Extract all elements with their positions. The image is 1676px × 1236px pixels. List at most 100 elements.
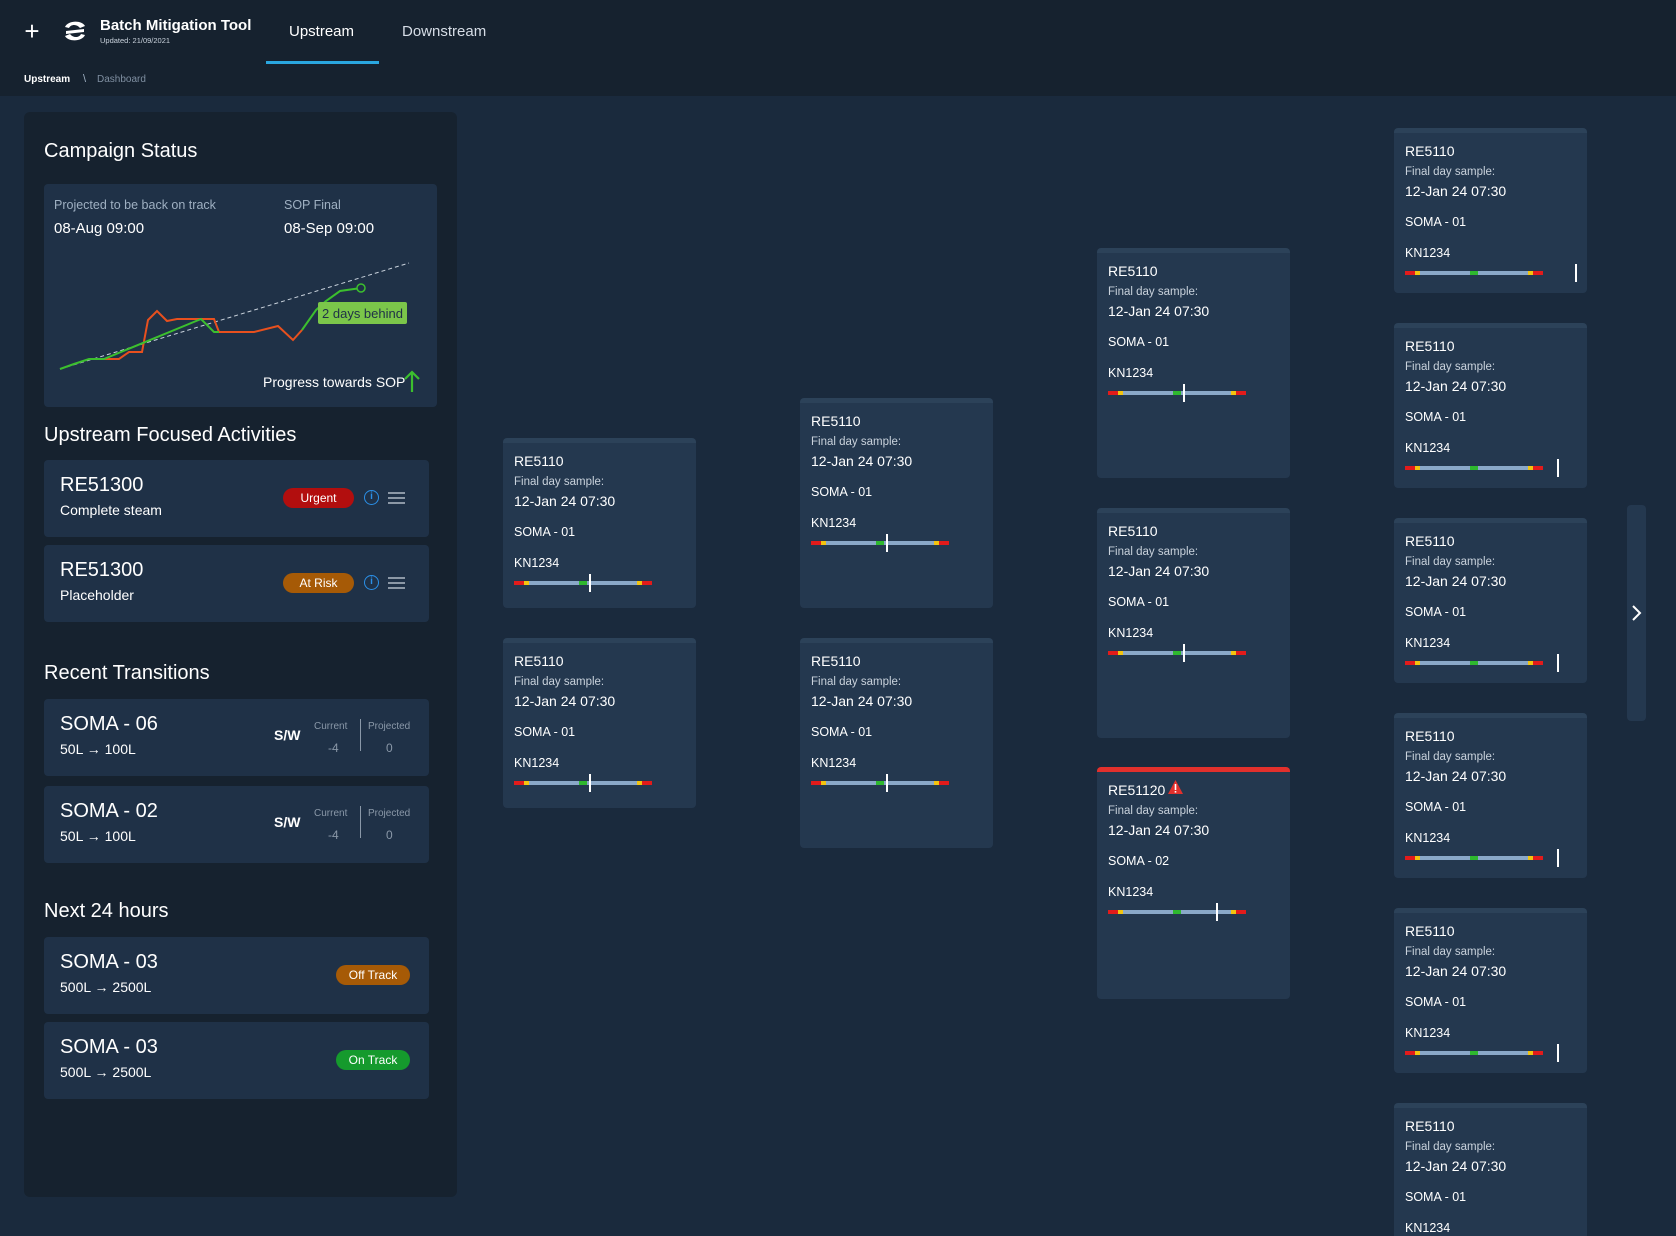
final-day-sample-date: 12-Jan 24 07:30 <box>811 693 913 709</box>
batch-id: RE5110 <box>1405 533 1455 549</box>
breadcrumb: Upstream \ Dashboard <box>0 64 1676 96</box>
range-bar <box>1108 384 1246 402</box>
final-day-sample-label: Final day sample: <box>1405 166 1496 178</box>
final-day-sample-date: 12-Jan 24 07:30 <box>1108 822 1210 838</box>
batch-card[interactable]: RE5110 Final day sample: 12-Jan 24 07:30 SO… <box>1097 508 1290 738</box>
final-day-sample-label: Final day sample: <box>811 436 902 448</box>
focused-activity-item[interactable]: RE51300 Complete steam Urgent i <box>44 460 429 537</box>
status-badge: Off Track <box>336 965 410 985</box>
top-bar: + Batch Mitigation Tool Updated: 21/09/2… <box>0 0 1676 64</box>
final-day-sample-label: Final day sample: <box>1108 805 1199 817</box>
transition-item[interactable]: SOMA - 02 50L → 100L S/W Current -4 Proj… <box>44 786 429 863</box>
projected-label: Projected <box>368 721 411 732</box>
status-badge: Urgent <box>283 488 354 508</box>
left-panel: Campaign Status Projected to be back on … <box>24 112 457 1197</box>
transition-type: S/W <box>274 727 301 743</box>
final-day-sample-label: Final day sample: <box>514 676 605 688</box>
batch-card[interactable]: RE5110 Final day sample: 12-Jan 24 07:30 SO… <box>1394 323 1587 488</box>
final-day-sample-date: 12-Jan 24 07:30 <box>811 453 913 469</box>
soma-label: SOMA - 01 <box>1405 215 1467 229</box>
batch-card[interactable]: RE5110 Final day sample: 12-Jan 24 07:30 SO… <box>503 438 696 608</box>
tab-upstream[interactable]: Upstream <box>289 0 354 64</box>
current-value: -4 <box>328 741 339 755</box>
info-icon[interactable]: i <box>364 490 379 505</box>
current-value: -4 <box>328 828 339 842</box>
batch-id: RE5110 <box>514 653 564 669</box>
breadcrumb-upstream[interactable]: Upstream <box>24 74 70 85</box>
transition-item[interactable]: SOMA - 06 50L → 100L S/W Current -4 Proj… <box>44 699 429 776</box>
arrow-up-icon <box>404 370 420 392</box>
activity-id: RE51300 <box>60 474 144 496</box>
range-bar <box>1405 1044 1559 1062</box>
kn-label: KN1234 <box>1405 831 1451 845</box>
kn-label: KN1234 <box>1405 1026 1451 1040</box>
final-day-sample-label: Final day sample: <box>1108 546 1199 558</box>
batch-card[interactable]: RE51120 Final day sample: 12-Jan 24 07:30 S… <box>1097 767 1290 999</box>
days-behind-text: 2 days behind <box>322 306 403 321</box>
batch-id: RE5110 <box>1405 1118 1455 1134</box>
final-day-sample-label: Final day sample: <box>1405 1141 1496 1153</box>
batch-card[interactable]: RE5110 Final day sample: 12-Jan 24 07:30 SO… <box>503 638 696 808</box>
batch-card[interactable]: RE5110 Final day sample: 12-Jan 24 07:30 SO… <box>1097 248 1290 478</box>
progress-line-orange <box>104 309 303 360</box>
drag-handle-icon[interactable] <box>388 492 405 504</box>
current-label: Current <box>314 721 348 732</box>
status-badge: On Track <box>336 1050 410 1070</box>
range-bar <box>1108 903 1246 921</box>
tab-downstream[interactable]: Downstream <box>402 0 486 64</box>
transition-name: SOMA - 02 <box>60 800 158 822</box>
kn-label: KN1234 <box>1405 1221 1451 1235</box>
batch-card[interactable]: RE5110 Final day sample: 12-Jan 24 07:30 SO… <box>1394 908 1587 1073</box>
batch-card[interactable]: RE5110 Final day sample: 12-Jan 24 07:30 SO… <box>1394 1103 1587 1236</box>
final-day-sample-date: 12-Jan 24 07:30 <box>1108 563 1210 579</box>
campaign-status-title: Campaign Status <box>44 140 198 162</box>
final-day-sample-label: Final day sample: <box>1108 286 1199 298</box>
range-bar <box>811 774 949 792</box>
batch-id: RE5110 <box>1405 338 1455 354</box>
batch-card[interactable]: RE5110 Final day sample: 12-Jan 24 07:30 SO… <box>1394 713 1587 878</box>
batch-id: RE5110 <box>1405 923 1455 939</box>
batch-card[interactable]: RE5110 Final day sample: 12-Jan 24 07:30 SO… <box>1394 128 1587 293</box>
batch-card[interactable]: RE5110 Final day sample: 12-Jan 24 07:30 SO… <box>1394 518 1587 683</box>
focused-activity-item[interactable]: RE51300 Placeholder At Risk i <box>44 545 429 622</box>
kn-label: KN1234 <box>1108 626 1154 640</box>
kn-label: KN1234 <box>1108 885 1154 899</box>
upcoming-name: SOMA - 03 <box>60 1036 158 1058</box>
batch-id: RE5110 <box>1108 523 1158 539</box>
final-day-sample-date: 12-Jan 24 07:30 <box>1405 378 1507 394</box>
range-bar <box>514 774 652 792</box>
transition-name: SOMA - 06 <box>60 713 158 735</box>
kn-label: KN1234 <box>514 756 560 770</box>
transition-volume: 50L → 100L <box>60 741 136 757</box>
app-title: Batch Mitigation Tool <box>100 17 252 34</box>
soma-label: SOMA - 01 <box>1108 335 1170 349</box>
plus-icon[interactable]: + <box>20 18 44 44</box>
drag-handle-icon[interactable] <box>388 577 405 589</box>
kn-label: KN1234 <box>1405 246 1451 260</box>
upcoming-name: SOMA - 03 <box>60 951 158 973</box>
final-day-sample-date: 12-Jan 24 07:30 <box>514 693 616 709</box>
soma-label: SOMA - 01 <box>514 525 576 539</box>
batch-id: RE5110 <box>1108 263 1158 279</box>
batch-id: RE5110 <box>811 653 861 669</box>
info-icon[interactable]: i <box>364 575 379 590</box>
upcoming-item[interactable]: SOMA - 03 500L → 2500L On Track <box>44 1022 429 1099</box>
final-day-sample-date: 12-Jan 24 07:30 <box>1405 963 1507 979</box>
campaign-status-card: Projected to be back on track 08-Aug 09:… <box>44 184 437 407</box>
batch-card[interactable]: RE5110 Final day sample: 12-Jan 24 07:30 SO… <box>800 398 993 608</box>
soma-label: SOMA - 01 <box>811 485 873 499</box>
upcoming-item[interactable]: SOMA - 03 500L → 2500L Off Track <box>44 937 429 1014</box>
divider <box>360 719 361 751</box>
next-page-button[interactable] <box>1627 505 1646 721</box>
batch-id: RE51120 <box>1108 782 1166 798</box>
range-bar <box>1405 459 1559 477</box>
warning-icon <box>1168 780 1183 794</box>
kn-label: KN1234 <box>811 756 857 770</box>
range-bar <box>811 534 949 552</box>
batch-card[interactable]: RE5110 Final day sample: 12-Jan 24 07:30 SO… <box>800 638 993 848</box>
final-day-sample-date: 12-Jan 24 07:30 <box>1108 303 1210 319</box>
kn-label: KN1234 <box>514 556 560 570</box>
final-day-sample-date: 12-Jan 24 07:30 <box>1405 1158 1507 1174</box>
brand-logo-icon <box>65 21 85 41</box>
breadcrumb-separator: \ <box>83 73 87 85</box>
